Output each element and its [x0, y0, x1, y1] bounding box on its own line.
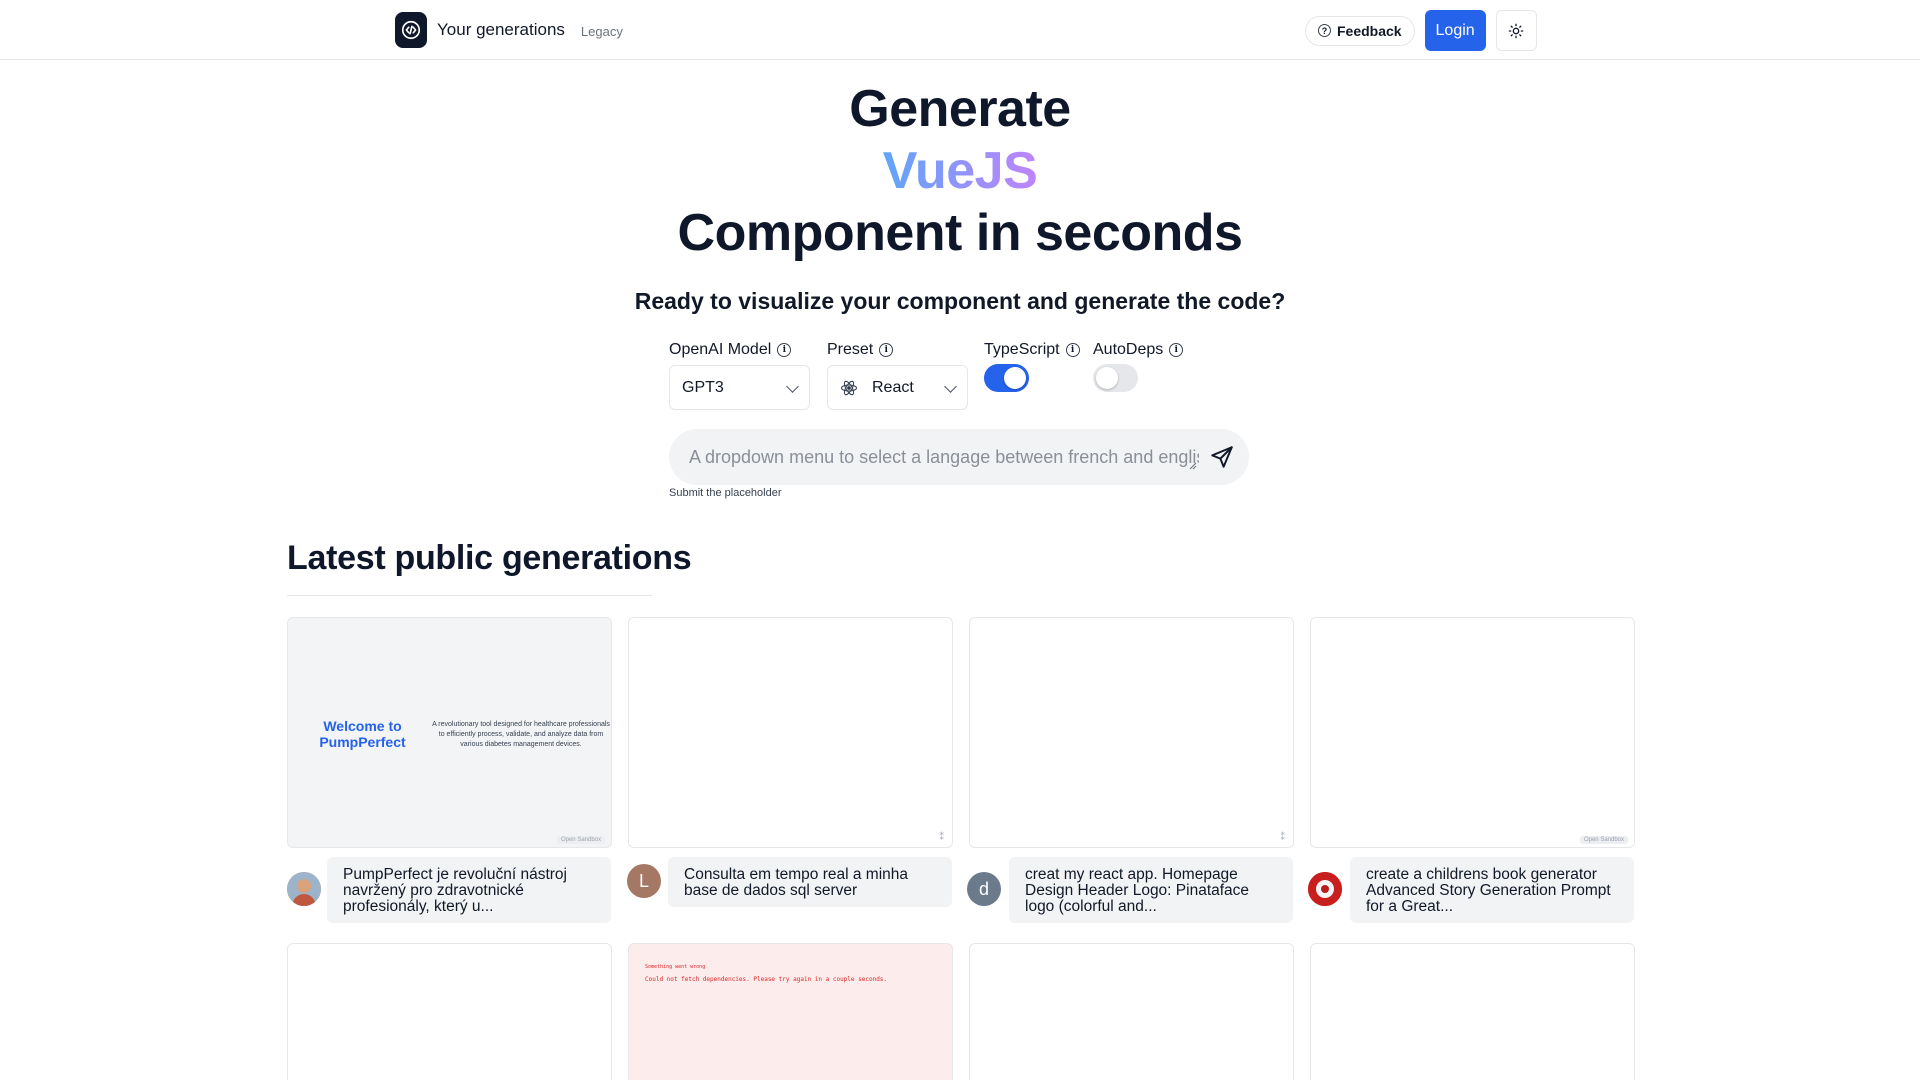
- generation-preview-card[interactable]: Something went wrong Could not fetch dep…: [628, 943, 953, 1080]
- generation-caption[interactable]: create a childrens book generator Advanc…: [1350, 857, 1634, 923]
- chevron-down-icon: [786, 380, 799, 393]
- avatar-letter: L: [638, 870, 649, 891]
- brand[interactable]: Your generations Legacy: [395, 12, 623, 48]
- generation-preview-card[interactable]: [969, 943, 1294, 1080]
- sun-icon: [1508, 23, 1524, 38]
- section-divider: [287, 595, 652, 596]
- resize-handle-icon[interactable]: [1189, 462, 1197, 470]
- error-message: Could not fetch dependencies. Please try…: [645, 976, 888, 983]
- hero-heading: Generate VueJS Component in seconds: [0, 78, 1920, 264]
- feedback-button[interactable]: ? Feedback: [1305, 15, 1415, 46]
- info-icon[interactable]: i: [879, 343, 894, 357]
- header-actions: ? Feedback Login: [1305, 10, 1537, 51]
- user-photo-icon: [287, 872, 321, 906]
- toggle-knob: [1096, 367, 1118, 389]
- generation-preview-card[interactable]: ⁑: [628, 617, 953, 848]
- openai-model-label-text: OpenAI Model: [669, 341, 772, 358]
- autodeps-label-text: AutoDeps: [1093, 341, 1164, 358]
- user-photo-icon: [1308, 872, 1342, 906]
- info-icon[interactable]: i: [1169, 343, 1184, 357]
- preview-description: A revolutionary tool designed for health…: [432, 721, 610, 748]
- hero-subtitle: Ready to visualize your component and ge…: [634, 288, 1286, 314]
- top-navbar: Your generations Legacy ? Feedback Login: [0, 0, 1920, 60]
- autodeps-label: AutoDeps i: [1093, 341, 1184, 359]
- hero-line-component: Component in seconds: [677, 204, 1243, 262]
- react-icon: [840, 380, 858, 395]
- chevron-down-icon: [944, 380, 957, 393]
- avatar[interactable]: d: [967, 872, 1001, 906]
- preset-label: Preset i: [827, 341, 894, 359]
- feedback-label: Feedback: [1337, 22, 1402, 39]
- generation-preview-card[interactable]: ⁑: [969, 617, 1294, 848]
- section-title: Latest public generations: [287, 539, 692, 577]
- openai-model-value: GPT3: [682, 378, 724, 396]
- avatar[interactable]: [287, 872, 321, 906]
- openai-model-label: OpenAI Model i: [669, 341, 792, 359]
- open-sandbox-link[interactable]: Open Sandbox: [556, 836, 605, 844]
- preset-label-text: Preset: [827, 341, 874, 358]
- generation-preview-card[interactable]: [287, 943, 612, 1080]
- generation-caption[interactable]: PumpPerfect je revoluční nástroj navržen…: [327, 857, 611, 923]
- generation-caption[interactable]: creat my react app. Homepage Design Head…: [1009, 857, 1293, 923]
- toggle-knob: [1004, 367, 1026, 389]
- hero-line-generate: Generate: [849, 80, 1071, 138]
- send-icon[interactable]: [1209, 444, 1235, 470]
- preview-title: Welcome to PumpPerfect: [319, 718, 406, 750]
- prompt-hint: Submit the placeholder: [669, 487, 782, 499]
- corner-marker-icon: ⁑: [1280, 832, 1286, 842]
- open-sandbox-link[interactable]: Open Sandbox: [1579, 836, 1628, 844]
- login-button[interactable]: Login: [1424, 10, 1486, 51]
- question-icon: ?: [1318, 24, 1331, 37]
- legacy-link[interactable]: Legacy: [581, 24, 623, 39]
- preset-select[interactable]: React: [827, 365, 968, 410]
- generation-preview-card[interactable]: [1310, 943, 1635, 1080]
- openai-model-select[interactable]: GPT3: [669, 365, 810, 410]
- typescript-label-text: TypeScript: [984, 341, 1060, 358]
- hero-framework-name: VueJS: [882, 142, 1038, 200]
- error-title: Something went wrong: [645, 964, 706, 970]
- avatar[interactable]: [1308, 872, 1342, 906]
- autodeps-toggle[interactable]: [1093, 364, 1138, 392]
- prompt-placeholder: A dropdown menu to select a langage betw…: [689, 446, 1199, 467]
- corner-marker-icon: ⁑: [939, 832, 945, 842]
- theme-toggle-button[interactable]: [1495, 10, 1537, 51]
- avatar[interactable]: L: [627, 864, 661, 898]
- prompt-input[interactable]: A dropdown menu to select a langage betw…: [669, 429, 1249, 485]
- info-icon[interactable]: i: [1065, 343, 1080, 357]
- avatar-letter: d: [978, 878, 989, 899]
- typescript-label: TypeScript i: [984, 341, 1080, 359]
- typescript-toggle[interactable]: [984, 364, 1029, 392]
- app-logo-icon: [395, 12, 427, 48]
- generation-preview-card[interactable]: Open Sandbox: [1310, 617, 1635, 848]
- preset-value: React: [872, 378, 914, 396]
- info-icon[interactable]: i: [777, 343, 792, 357]
- generation-caption[interactable]: Consulta em tempo real a minha base de d…: [668, 857, 952, 907]
- generation-preview-card[interactable]: Welcome to PumpPerfect A revolutionary t…: [287, 617, 612, 848]
- your-generations-link[interactable]: Your generations: [437, 20, 565, 40]
